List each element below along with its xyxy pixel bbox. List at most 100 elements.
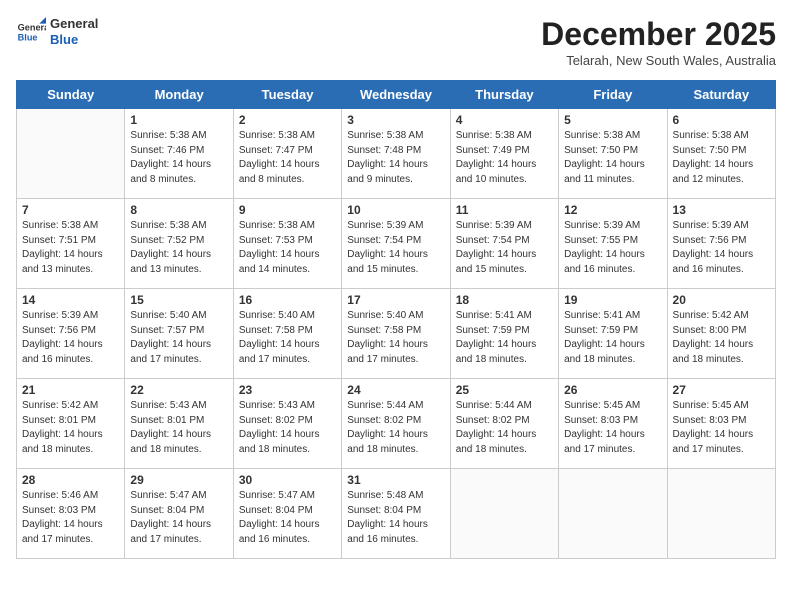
day-number: 19 (564, 293, 661, 307)
calendar-cell: 19 Sunrise: 5:41 AMSunset: 7:59 PMDayligh… (559, 289, 667, 379)
calendar-cell: 31 Sunrise: 5:48 AMSunset: 8:04 PMDayligh… (342, 469, 450, 559)
cell-content: Sunrise: 5:41 AMSunset: 7:59 PMDaylight:… (564, 309, 661, 367)
calendar-cell: 2 Sunrise: 5:38 AMSunset: 7:47 PMDaylight… (233, 109, 341, 199)
cell-content: Sunrise: 5:44 AMSunset: 8:02 PMDaylight:… (456, 399, 553, 457)
day-number: 25 (456, 383, 553, 397)
calendar-cell: 9 Sunrise: 5:38 AMSunset: 7:53 PMDaylight… (233, 199, 341, 289)
svg-text:General: General (18, 22, 46, 32)
day-number: 2 (239, 113, 336, 127)
calendar-week-row: 28Sunrise: 5:46 AMSunset: 8:03 PMDayligh… (17, 469, 776, 559)
day-number: 5 (564, 113, 661, 127)
calendar-cell: 23Sunrise: 5:43 AMSunset: 8:02 PMDayligh… (233, 379, 341, 469)
calendar-cell: 15 Sunrise: 5:40 AMSunset: 7:57 PMDayligh… (125, 289, 233, 379)
day-number: 3 (347, 113, 444, 127)
day-number: 20 (673, 293, 770, 307)
cell-content: Sunrise: 5:47 AMSunset: 8:04 PMDaylight:… (239, 489, 336, 547)
day-header-thursday: Thursday (450, 81, 558, 109)
calendar-header-row: SundayMondayTuesdayWednesdayThursdayFrid… (17, 81, 776, 109)
calendar-cell: 21 Sunrise: 5:42 AMSunset: 8:01 PMDayligh… (17, 379, 125, 469)
calendar-cell: 27 Sunrise: 5:45 AMSunset: 8:03 PMDayligh… (667, 379, 775, 469)
day-number: 4 (456, 113, 553, 127)
calendar-cell: 18 Sunrise: 5:41 AMSunset: 7:59 PMDayligh… (450, 289, 558, 379)
day-number: 30 (239, 473, 336, 487)
cell-content: Sunrise: 5:39 AMSunset: 7:56 PMDaylight:… (673, 219, 770, 277)
day-number: 6 (673, 113, 770, 127)
day-number: 1 (130, 113, 227, 127)
day-number: 22 (130, 383, 227, 397)
day-number: 26 (564, 383, 661, 397)
calendar-cell: 10 Sunrise: 5:39 AMSunset: 7:54 PMDayligh… (342, 199, 450, 289)
cell-content: Sunrise: 5:40 AMSunset: 7:58 PMDaylight:… (239, 309, 336, 367)
day-header-friday: Friday (559, 81, 667, 109)
day-header-tuesday: Tuesday (233, 81, 341, 109)
day-header-monday: Monday (125, 81, 233, 109)
calendar-cell: 8Sunrise: 5:38 AMSunset: 7:52 PMDaylight… (125, 199, 233, 289)
cell-content: Sunrise: 5:42 AMSunset: 8:01 PMDaylight:… (22, 399, 119, 457)
calendar-week-row: 14 Sunrise: 5:39 AMSunset: 7:56 PMDayligh… (17, 289, 776, 379)
calendar-cell: 3Sunrise: 5:38 AMSunset: 7:48 PMDaylight… (342, 109, 450, 199)
cell-content: Sunrise: 5:41 AMSunset: 7:59 PMDaylight:… (456, 309, 553, 367)
day-number: 23 (239, 383, 336, 397)
cell-content: Sunrise: 5:38 AMSunset: 7:47 PMDaylight:… (239, 129, 336, 187)
calendar-cell: 20 Sunrise: 5:42 AMSunset: 8:00 PMDayligh… (667, 289, 775, 379)
day-number: 29 (130, 473, 227, 487)
calendar-cell: 1Sunrise: 5:38 AMSunset: 7:46 PMDaylight… (125, 109, 233, 199)
day-number: 16 (239, 293, 336, 307)
calendar-cell (559, 469, 667, 559)
day-number: 9 (239, 203, 336, 217)
cell-content: Sunrise: 5:39 AMSunset: 7:56 PMDaylight:… (22, 309, 119, 367)
calendar-cell: 26 Sunrise: 5:45 AMSunset: 8:03 PMDayligh… (559, 379, 667, 469)
calendar-cell: 6 Sunrise: 5:38 AMSunset: 7:50 PMDaylight… (667, 109, 775, 199)
calendar-cell: 7 Sunrise: 5:38 AMSunset: 7:51 PMDaylight… (17, 199, 125, 289)
cell-content: Sunrise: 5:45 AMSunset: 8:03 PMDaylight:… (673, 399, 770, 457)
day-number: 31 (347, 473, 444, 487)
calendar-cell (17, 109, 125, 199)
cell-content: Sunrise: 5:38 AMSunset: 7:53 PMDaylight:… (239, 219, 336, 277)
day-number: 17 (347, 293, 444, 307)
cell-content: Sunrise: 5:47 AMSunset: 8:04 PMDaylight:… (130, 489, 227, 547)
calendar-cell: 11Sunrise: 5:39 AMSunset: 7:54 PMDayligh… (450, 199, 558, 289)
logo-blue: Blue (50, 32, 98, 48)
cell-content: Sunrise: 5:48 AMSunset: 8:04 PMDaylight:… (347, 489, 444, 547)
day-number: 27 (673, 383, 770, 397)
cell-content: Sunrise: 5:38 AMSunset: 7:50 PMDaylight:… (673, 129, 770, 187)
calendar-cell: 29 Sunrise: 5:47 AMSunset: 8:04 PMDayligh… (125, 469, 233, 559)
day-number: 15 (130, 293, 227, 307)
day-number: 14 (22, 293, 119, 307)
day-header-wednesday: Wednesday (342, 81, 450, 109)
calendar-cell: 30 Sunrise: 5:47 AMSunset: 8:04 PMDayligh… (233, 469, 341, 559)
day-header-saturday: Saturday (667, 81, 775, 109)
cell-content: Sunrise: 5:42 AMSunset: 8:00 PMDaylight:… (673, 309, 770, 367)
calendar-cell (450, 469, 558, 559)
cell-content: Sunrise: 5:38 AMSunset: 7:49 PMDaylight:… (456, 129, 553, 187)
day-number: 21 (22, 383, 119, 397)
cell-content: Sunrise: 5:43 AMSunset: 8:01 PMDaylight:… (130, 399, 227, 457)
cell-content: Sunrise: 5:39 AMSunset: 7:54 PMDaylight:… (347, 219, 444, 277)
logo-general: General (50, 16, 98, 32)
cell-content: Sunrise: 5:40 AMSunset: 7:57 PMDaylight:… (130, 309, 227, 367)
day-number: 10 (347, 203, 444, 217)
day-number: 8 (130, 203, 227, 217)
title-area: December 2025 Telarah, New South Wales, … (541, 16, 776, 68)
calendar-cell: 28Sunrise: 5:46 AMSunset: 8:03 PMDayligh… (17, 469, 125, 559)
cell-content: Sunrise: 5:39 AMSunset: 7:54 PMDaylight:… (456, 219, 553, 277)
calendar-cell: 5Sunrise: 5:38 AMSunset: 7:50 PMDaylight… (559, 109, 667, 199)
calendar-cell: 16 Sunrise: 5:40 AMSunset: 7:58 PMDayligh… (233, 289, 341, 379)
calendar-week-row: 1Sunrise: 5:38 AMSunset: 7:46 PMDaylight… (17, 109, 776, 199)
day-number: 28 (22, 473, 119, 487)
cell-content: Sunrise: 5:45 AMSunset: 8:03 PMDaylight:… (564, 399, 661, 457)
calendar-cell (667, 469, 775, 559)
calendar-cell: 4 Sunrise: 5:38 AMSunset: 7:49 PMDaylight… (450, 109, 558, 199)
calendar-cell: 22 Sunrise: 5:43 AMSunset: 8:01 PMDayligh… (125, 379, 233, 469)
location: Telarah, New South Wales, Australia (541, 53, 776, 68)
calendar-cell: 13Sunrise: 5:39 AMSunset: 7:56 PMDayligh… (667, 199, 775, 289)
cell-content: Sunrise: 5:38 AMSunset: 7:51 PMDaylight:… (22, 219, 119, 277)
calendar-table: SundayMondayTuesdayWednesdayThursdayFrid… (16, 80, 776, 559)
calendar-cell: 12Sunrise: 5:39 AMSunset: 7:55 PMDayligh… (559, 199, 667, 289)
day-number: 7 (22, 203, 119, 217)
svg-text:Blue: Blue (18, 32, 38, 42)
cell-content: Sunrise: 5:44 AMSunset: 8:02 PMDaylight:… (347, 399, 444, 457)
day-number: 18 (456, 293, 553, 307)
cell-content: Sunrise: 5:40 AMSunset: 7:58 PMDaylight:… (347, 309, 444, 367)
day-number: 12 (564, 203, 661, 217)
